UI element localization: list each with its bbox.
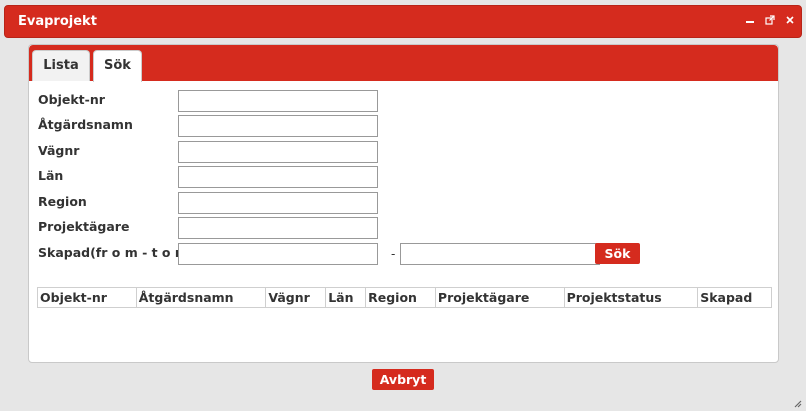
cancel-button[interactable]: Avbryt <box>372 369 434 390</box>
atgardsnamn-input[interactable] <box>178 115 378 137</box>
window-title: Evaprojekt <box>18 14 97 29</box>
skapad-to-input[interactable] <box>400 243 600 265</box>
skapad-label: Skapad(fr o m - t o m) <box>38 245 194 260</box>
results-grid-header: Objekt-nr Åtgärdsnamn Vägnr Län Region P… <box>37 287 772 308</box>
atgardsnamn-label: Åtgärdsnamn <box>38 117 133 132</box>
column-header-projektagare[interactable]: Projektägare <box>436 288 565 307</box>
objekt-nr-label: Objekt-nr <box>38 92 105 107</box>
column-header-projektstatus[interactable]: Projektstatus <box>565 288 699 307</box>
tab-sok[interactable]: Sök <box>93 50 142 82</box>
evaprojekt-window: Evaprojekt Lista Sök Objekt-nr Åtgärdsna… <box>0 0 806 411</box>
close-icon[interactable] <box>784 15 796 27</box>
column-header-lan[interactable]: Län <box>326 288 367 307</box>
projektagare-label: Projektägare <box>38 219 130 234</box>
popout-icon[interactable] <box>764 15 776 27</box>
lan-label: Län <box>38 168 64 183</box>
column-header-skapad[interactable]: Skapad <box>698 288 771 307</box>
window-titlebar[interactable]: Evaprojekt <box>4 5 802 38</box>
tab-lista[interactable]: Lista <box>32 50 90 81</box>
column-header-atgardsnamn[interactable]: Åtgärdsnamn <box>137 288 267 307</box>
vagnr-label: Vägnr <box>38 143 80 158</box>
objekt-nr-input[interactable] <box>178 90 378 112</box>
projektagare-input[interactable] <box>178 217 378 239</box>
search-button[interactable]: Sök <box>595 243 640 264</box>
tab-bar: Lista Sök <box>29 45 778 82</box>
skapad-from-input[interactable] <box>178 243 378 265</box>
date-range-separator: - <box>391 247 396 261</box>
column-header-objekt-nr[interactable]: Objekt-nr <box>38 288 137 307</box>
region-label: Region <box>38 194 87 209</box>
search-panel: Lista Sök Objekt-nr Åtgärdsnamn Vägnr Lä… <box>28 44 779 363</box>
vagnr-input[interactable] <box>178 141 378 163</box>
column-header-region[interactable]: Region <box>366 288 436 307</box>
resize-grip-icon[interactable] <box>792 397 802 408</box>
minimize-icon[interactable] <box>744 15 756 27</box>
region-input[interactable] <box>178 192 378 214</box>
field-row-skapad: Skapad(fr o m - t o m) - Sök <box>38 243 658 265</box>
column-header-vagnr[interactable]: Vägnr <box>266 288 327 307</box>
lan-input[interactable] <box>178 166 378 188</box>
